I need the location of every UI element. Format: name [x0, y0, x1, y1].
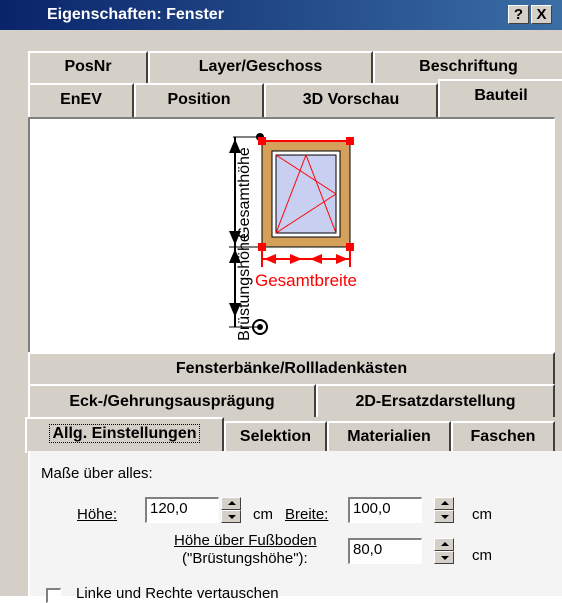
tab-3d-vorschau[interactable]: 3D Vorschau	[264, 83, 438, 117]
properties-window: Eigenschaften: Fenster ? X PosNr Layer/G…	[0, 0, 562, 603]
breite-label: Breite:	[285, 506, 329, 523]
breite-spin-down-icon[interactable]	[434, 510, 454, 523]
hoehe-label: Höhe:	[77, 506, 118, 523]
hoehe-spin-up-icon[interactable]	[221, 497, 241, 510]
hueb-label-line1: Höhe über Fußboden	[174, 532, 317, 549]
hueb-spin-down-icon[interactable]	[434, 551, 454, 564]
tab-bauteil[interactable]: Bauteil	[438, 79, 562, 117]
window-glass	[275, 154, 337, 234]
label-bruestungshoehe: Brüstungshöhe	[236, 233, 253, 341]
tab-posnr[interactable]: PosNr	[28, 51, 148, 83]
hueb-label-line2: ("Brüstungshöhe"):	[182, 550, 308, 567]
hoehe-spin-down-icon[interactable]	[221, 510, 241, 523]
tab-enev[interactable]: EnEV	[28, 83, 134, 117]
tab-position[interactable]: Position	[134, 83, 264, 117]
tab-selektion[interactable]: Selektion	[224, 421, 327, 451]
help-button[interactable]: ?	[508, 5, 529, 24]
breite-input[interactable]: 100,0	[348, 497, 422, 523]
hueb-input[interactable]: 80,0	[348, 538, 422, 564]
tab-allg-einstellungen-label: Allg. Einstellungen	[49, 424, 200, 443]
hoehe-spinner[interactable]	[221, 497, 241, 523]
section-label-masse: Maße über alles:	[41, 465, 153, 482]
tab-layer-geschoss[interactable]: Layer/Geschoss	[148, 51, 373, 83]
hoehe-unit: cm	[253, 506, 273, 523]
breite-spinner[interactable]	[434, 497, 454, 523]
tab-2d-ersatz[interactable]: 2D-Ersatzdarstellung	[316, 384, 555, 417]
hueb-unit: cm	[472, 547, 492, 564]
title-bar[interactable]: Eigenschaften: Fenster ? X	[0, 0, 562, 30]
preview-drawing: Gesamthöhe Brüstungshöhe Gesamtbreite	[229, 133, 357, 341]
breite-spin-up-icon[interactable]	[434, 497, 454, 510]
close-button[interactable]: X	[531, 5, 552, 24]
tab-fensterbaenke[interactable]: Fensterbänke/Rollladenkästen	[28, 352, 555, 384]
label-gesamthoehe: Gesamthöhe	[236, 147, 253, 239]
hueb-spinner[interactable]	[434, 538, 454, 564]
hoehe-input[interactable]: 120,0	[145, 497, 219, 523]
tab-eck-gehrung[interactable]: Eck-/Gehrungsausprägung	[28, 384, 316, 417]
allg-einstellungen-panel: Maße über alles: Höhe: 120,0 cm Breite: …	[28, 451, 562, 603]
swap-checkbox-label: Linke und Rechte vertauschen	[76, 585, 279, 602]
window-preview: Gesamthöhe Brüstungshöhe Gesamtbreite	[28, 117, 555, 352]
breite-unit: cm	[472, 506, 492, 523]
tab-faschen[interactable]: Faschen	[451, 421, 555, 451]
hueb-spin-up-icon[interactable]	[434, 538, 454, 551]
label-gesamtbreite: Gesamtbreite	[255, 271, 357, 290]
window-title: Eigenschaften: Fenster	[47, 6, 224, 23]
tab-allg-einstellungen[interactable]: Allg. Einstellungen	[25, 417, 224, 453]
tab-materialien[interactable]: Materialien	[327, 421, 451, 451]
